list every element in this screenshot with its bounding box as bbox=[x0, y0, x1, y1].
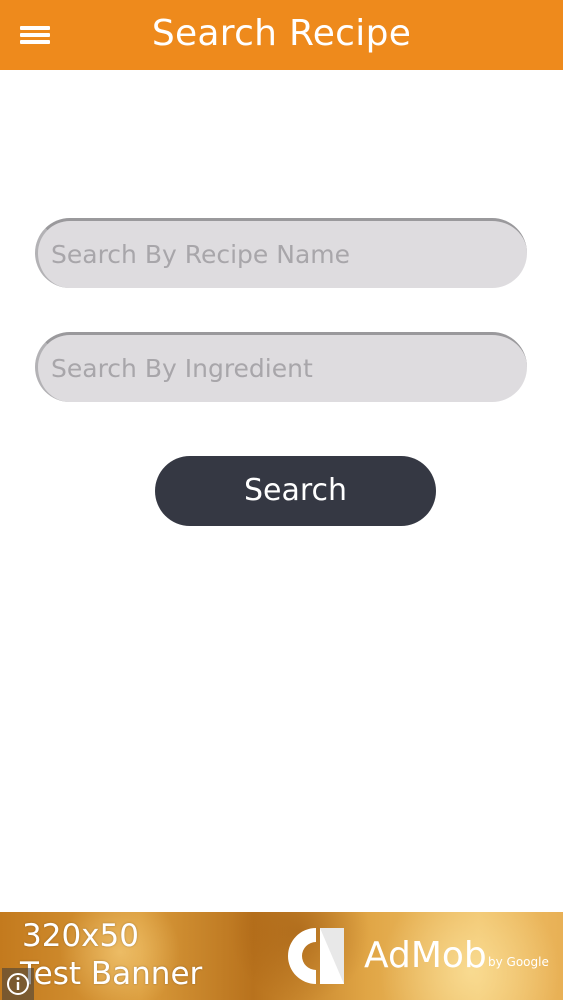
ad-size-text: 320x50 bbox=[22, 918, 139, 954]
admob-logo-icon bbox=[288, 928, 344, 984]
page-title: Search Recipe bbox=[151, 13, 412, 54]
admob-brand-text: AdMob bbox=[364, 935, 487, 976]
ad-label-text: Test Banner bbox=[20, 956, 203, 992]
ingredient-search-input[interactable] bbox=[35, 332, 527, 402]
ad-banner[interactable]: 320x50 Test Banner AdMob by Google bbox=[0, 912, 563, 1000]
recipe-name-search-input[interactable] bbox=[35, 218, 527, 288]
app-screen: Search Recipe Search 320x50 Test Banner … bbox=[0, 0, 563, 1000]
admob-by-google-text: by Google bbox=[488, 955, 549, 969]
search-button[interactable]: Search bbox=[155, 456, 436, 526]
info-icon bbox=[7, 973, 29, 995]
ad-info-button[interactable] bbox=[2, 968, 34, 1000]
app-header: Search Recipe bbox=[0, 0, 563, 70]
